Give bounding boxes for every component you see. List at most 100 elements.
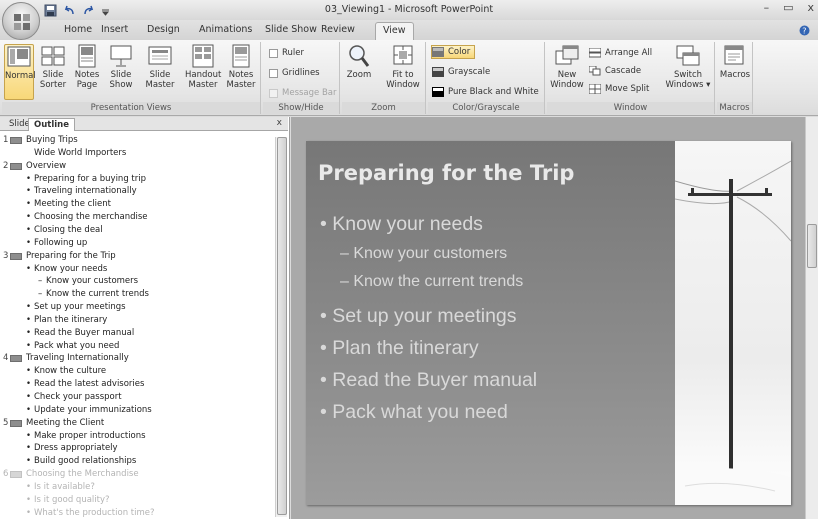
slide-scrollbar[interactable] [805,117,818,519]
slide-bullet[interactable]: • Know your needs [320,213,483,236]
tab-view[interactable]: View [375,22,414,40]
tab-insert[interactable]: Insert [101,24,128,35]
outline-slide-heading[interactable]: 4 Traveling Internationally [0,352,270,364]
outline-bullet[interactable]: • Know the culture [0,365,270,377]
macros-icon [724,45,744,65]
minimize-button[interactable]: – [764,1,770,14]
outline-bullet[interactable]: • Choosing the merchandise [0,211,270,223]
grayscale-button[interactable]: Grayscale [432,65,490,79]
outline-bullet[interactable]: • Check your passport [0,391,270,403]
bullet-icon: • [26,314,32,325]
color-button[interactable]: Color [431,45,476,59]
outline-bullet[interactable]: Wide World Importers [0,147,270,159]
outline-bullet[interactable]: • Read the Buyer manual [0,327,270,339]
slide-show-button[interactable]: Slide Show [106,44,136,90]
outline-bullet[interactable]: • Is it available? [0,481,270,493]
outline-bullet[interactable]: – Know the current trends [0,288,270,300]
close-button[interactable]: x [807,1,814,14]
tab-design[interactable]: Design [147,24,180,35]
zoom-button[interactable]: Zoom [342,44,376,80]
handout-master-icon [192,44,214,68]
outline-bullet[interactable]: • Meeting the client [0,198,270,210]
outline-text: Preparing for a buying trip [34,173,147,184]
notes-master-button[interactable]: Notes Master [224,44,258,90]
outline-bullet[interactable]: • Read the latest advisories [0,378,270,390]
office-button[interactable] [2,2,40,40]
slide-bullet-text: – Know your customers [340,245,508,262]
pure-black-white-button[interactable]: Pure Black and White [432,85,539,99]
outline-bullet[interactable]: • Make proper introductions [0,430,270,442]
outline-slide-heading[interactable]: 1 Buying Trips [0,134,270,146]
tab-review[interactable]: Review [321,24,355,35]
gridlines-checkbox[interactable]: Gridlines [269,66,320,80]
move-split-button[interactable]: Move Split [589,82,649,96]
slide-editing-area: Preparing for the Trip • Know your needs… [291,117,805,519]
tab-home[interactable]: Home [64,24,92,35]
outline-bullet[interactable]: • Build good relationships [0,455,270,467]
normal-view-button[interactable]: Normal [4,44,36,100]
slide-title[interactable]: Preparing for the Trip [318,161,574,185]
bullet-icon: • [26,263,32,274]
bullet-icon: • [26,302,32,313]
ruler-checkbox[interactable]: Ruler [269,46,304,60]
outline-slide-heading[interactable]: 2 Overview [0,160,270,172]
slide-scroll-thumb[interactable] [807,224,817,268]
outline-bullet[interactable]: • Know your needs [0,263,270,275]
help-icon[interactable]: ? [799,25,810,36]
grayscale-swatch-icon [432,67,444,77]
switch-windows-button[interactable]: Switch Windows ▾ [665,44,711,90]
message-bar-checkbox[interactable]: Message Bar [269,86,337,100]
outline-bullet[interactable]: • Closing the deal [0,224,270,236]
slide-bullet[interactable]: • Read the Buyer manual [320,369,537,392]
tab-animations[interactable]: Animations [199,24,252,35]
slide-bullet[interactable]: • Set up your meetings [320,305,517,328]
handout-master-button[interactable]: Handout Master [185,44,221,90]
close-pane-icon[interactable]: x [277,118,282,128]
zoom-group: Zoom Fit to Window Zoom [342,42,426,114]
outline-bullet[interactable]: • Is it good quality? [0,494,270,506]
slide-bullet[interactable]: • Plan the itinerary [320,337,479,360]
outline-bullet[interactable]: • Dress appropriately [0,442,270,454]
bullet-icon: • [320,369,333,391]
notes-page-button[interactable]: Notes Page [72,44,102,90]
slide-bullet-text: Know your needs [332,213,483,235]
restore-button[interactable]: ▭ [783,1,793,14]
tab-outline[interactable]: Outline [28,118,75,131]
bullet-icon: • [26,366,32,377]
outline-text: Know the current trends [46,289,149,300]
slide-sub-bullet[interactable]: – Know your customers [340,245,507,263]
outline-text: Choosing the Merchandise [26,469,139,480]
bullet-icon: • [26,392,32,402]
outline-bullet[interactable]: • Set up your meetings [0,301,270,313]
dash-bullet-icon: – [38,276,43,287]
outline-bullet[interactable]: • Traveling internationally [0,185,270,197]
arrange-all-button[interactable]: Arrange All [589,46,652,60]
outline-bullet[interactable]: • Update your immunizations [0,404,270,416]
slide-sorter-button[interactable]: Slide Sorter [38,44,68,90]
outline-bullet[interactable]: • What's the production time? [0,507,270,519]
slide-master-button[interactable]: Slide Master [144,44,176,90]
outline-text: Pack what you need [34,340,120,351]
outline-bullet[interactable]: • Preparing for a buying trip [0,173,270,185]
outline-slide-heading[interactable]: 6 Choosing the Merchandise [0,468,270,480]
outline-slide-heading[interactable]: 5 Meeting the Client [0,417,270,429]
outline-bullet[interactable]: • Plan the itinerary [0,314,270,326]
outline-list[interactable]: 1 Buying Trips Wide World Importers 2 Overvi… [0,134,272,519]
outline-bullet[interactable]: • Pack what you need [0,340,270,352]
outline-scrollbar[interactable] [275,137,287,517]
slide-bullet-text: – Know the current trends [340,273,524,290]
new-window-button[interactable]: New Window [549,44,585,90]
cascade-button[interactable]: Cascade [589,64,641,78]
macros-button[interactable]: Macros [718,44,752,80]
current-slide[interactable]: Preparing for the Trip • Know your needs… [306,141,791,505]
slide-bullet[interactable]: • Pack what you need [320,401,508,424]
outline-slide-heading[interactable]: 3 Preparing for the Trip [0,250,270,262]
dash-bullet-icon: – [38,289,43,300]
slide-sub-bullet[interactable]: – Know the current trends [340,273,523,291]
tab-slide-show[interactable]: Slide Show [265,24,317,35]
outline-bullet[interactable]: – Know your customers [0,275,270,287]
outline-bullet[interactable]: • Following up [0,237,270,249]
outline-scroll-thumb[interactable] [277,137,287,515]
black-white-swatch-icon [432,87,444,97]
fit-to-window-button[interactable]: Fit to Window [382,44,424,90]
